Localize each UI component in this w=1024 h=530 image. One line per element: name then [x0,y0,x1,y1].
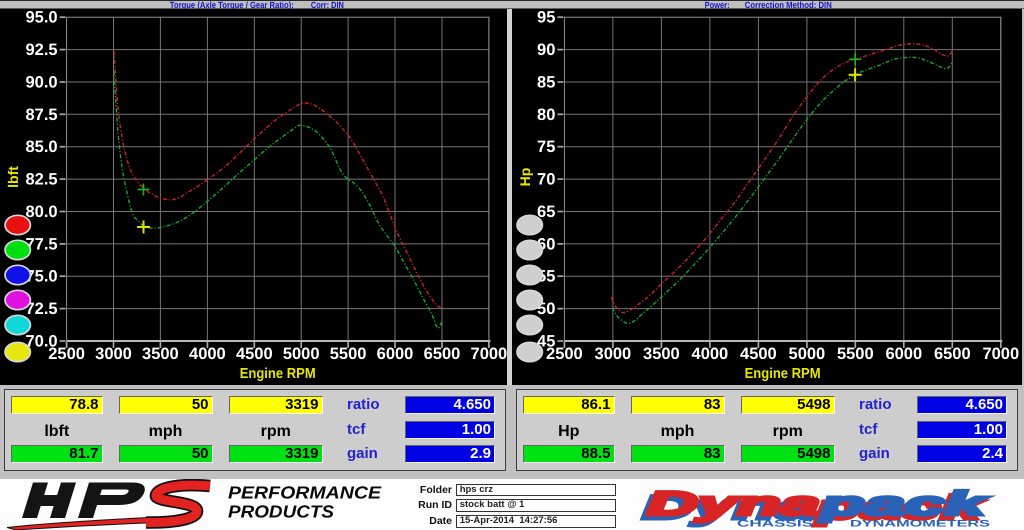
svg-text:3500: 3500 [643,345,680,363]
svg-text:85.0: 85.0 [25,138,57,156]
svg-text:PERFORMANCE: PERFORMANCE [228,483,382,503]
svg-text:5000: 5000 [789,345,826,363]
svg-text:4500: 4500 [236,345,273,363]
svg-text:Hp: Hp [517,168,533,187]
svg-text:95.0: 95.0 [25,9,57,27]
svg-text:80: 80 [537,106,555,124]
svg-text:2500: 2500 [48,345,85,363]
svg-text:DYNAMOMETERS: DYNAMOMETERS [850,519,990,530]
svg-text:90.0: 90.0 [25,74,57,92]
svg-text:2500: 2500 [546,345,583,363]
svg-text:6000: 6000 [377,345,414,363]
svg-text:92.5: 92.5 [25,41,57,59]
svg-text:PRODUCTS: PRODUCTS [228,502,334,522]
svg-text:85: 85 [537,74,555,92]
svg-text:87.5: 87.5 [25,106,57,124]
svg-text:80.0: 80.0 [25,203,57,221]
svg-text:6500: 6500 [424,345,461,363]
svg-text:pack: pack [819,485,990,523]
svg-text:CHASSIS: CHASSIS [737,519,813,530]
svg-text:3000: 3000 [595,345,632,363]
svg-text:5500: 5500 [330,345,367,363]
svg-text:6000: 6000 [885,345,922,363]
svg-text:6500: 6500 [934,345,971,363]
svg-text:Dyna: Dyna [647,485,820,523]
svg-text:4500: 4500 [740,345,777,363]
svg-text:Engine RPM: Engine RPM [240,366,316,382]
svg-text:95: 95 [537,9,555,27]
svg-text:70: 70 [537,171,555,189]
svg-text:82.5: 82.5 [25,171,57,189]
svg-text:7000: 7000 [471,345,507,363]
svg-text:4000: 4000 [692,345,729,363]
svg-text:90: 90 [537,41,555,59]
svg-text:lbft: lbft [5,166,21,188]
svg-text:5000: 5000 [283,345,320,363]
svg-text:3500: 3500 [142,345,179,363]
svg-text:Engine RPM: Engine RPM [745,366,821,382]
svg-text:3000: 3000 [95,345,132,363]
svg-text:4000: 4000 [189,345,226,363]
svg-text:75: 75 [537,138,555,156]
svg-text:7000: 7000 [982,345,1019,363]
svg-text:5500: 5500 [837,345,874,363]
